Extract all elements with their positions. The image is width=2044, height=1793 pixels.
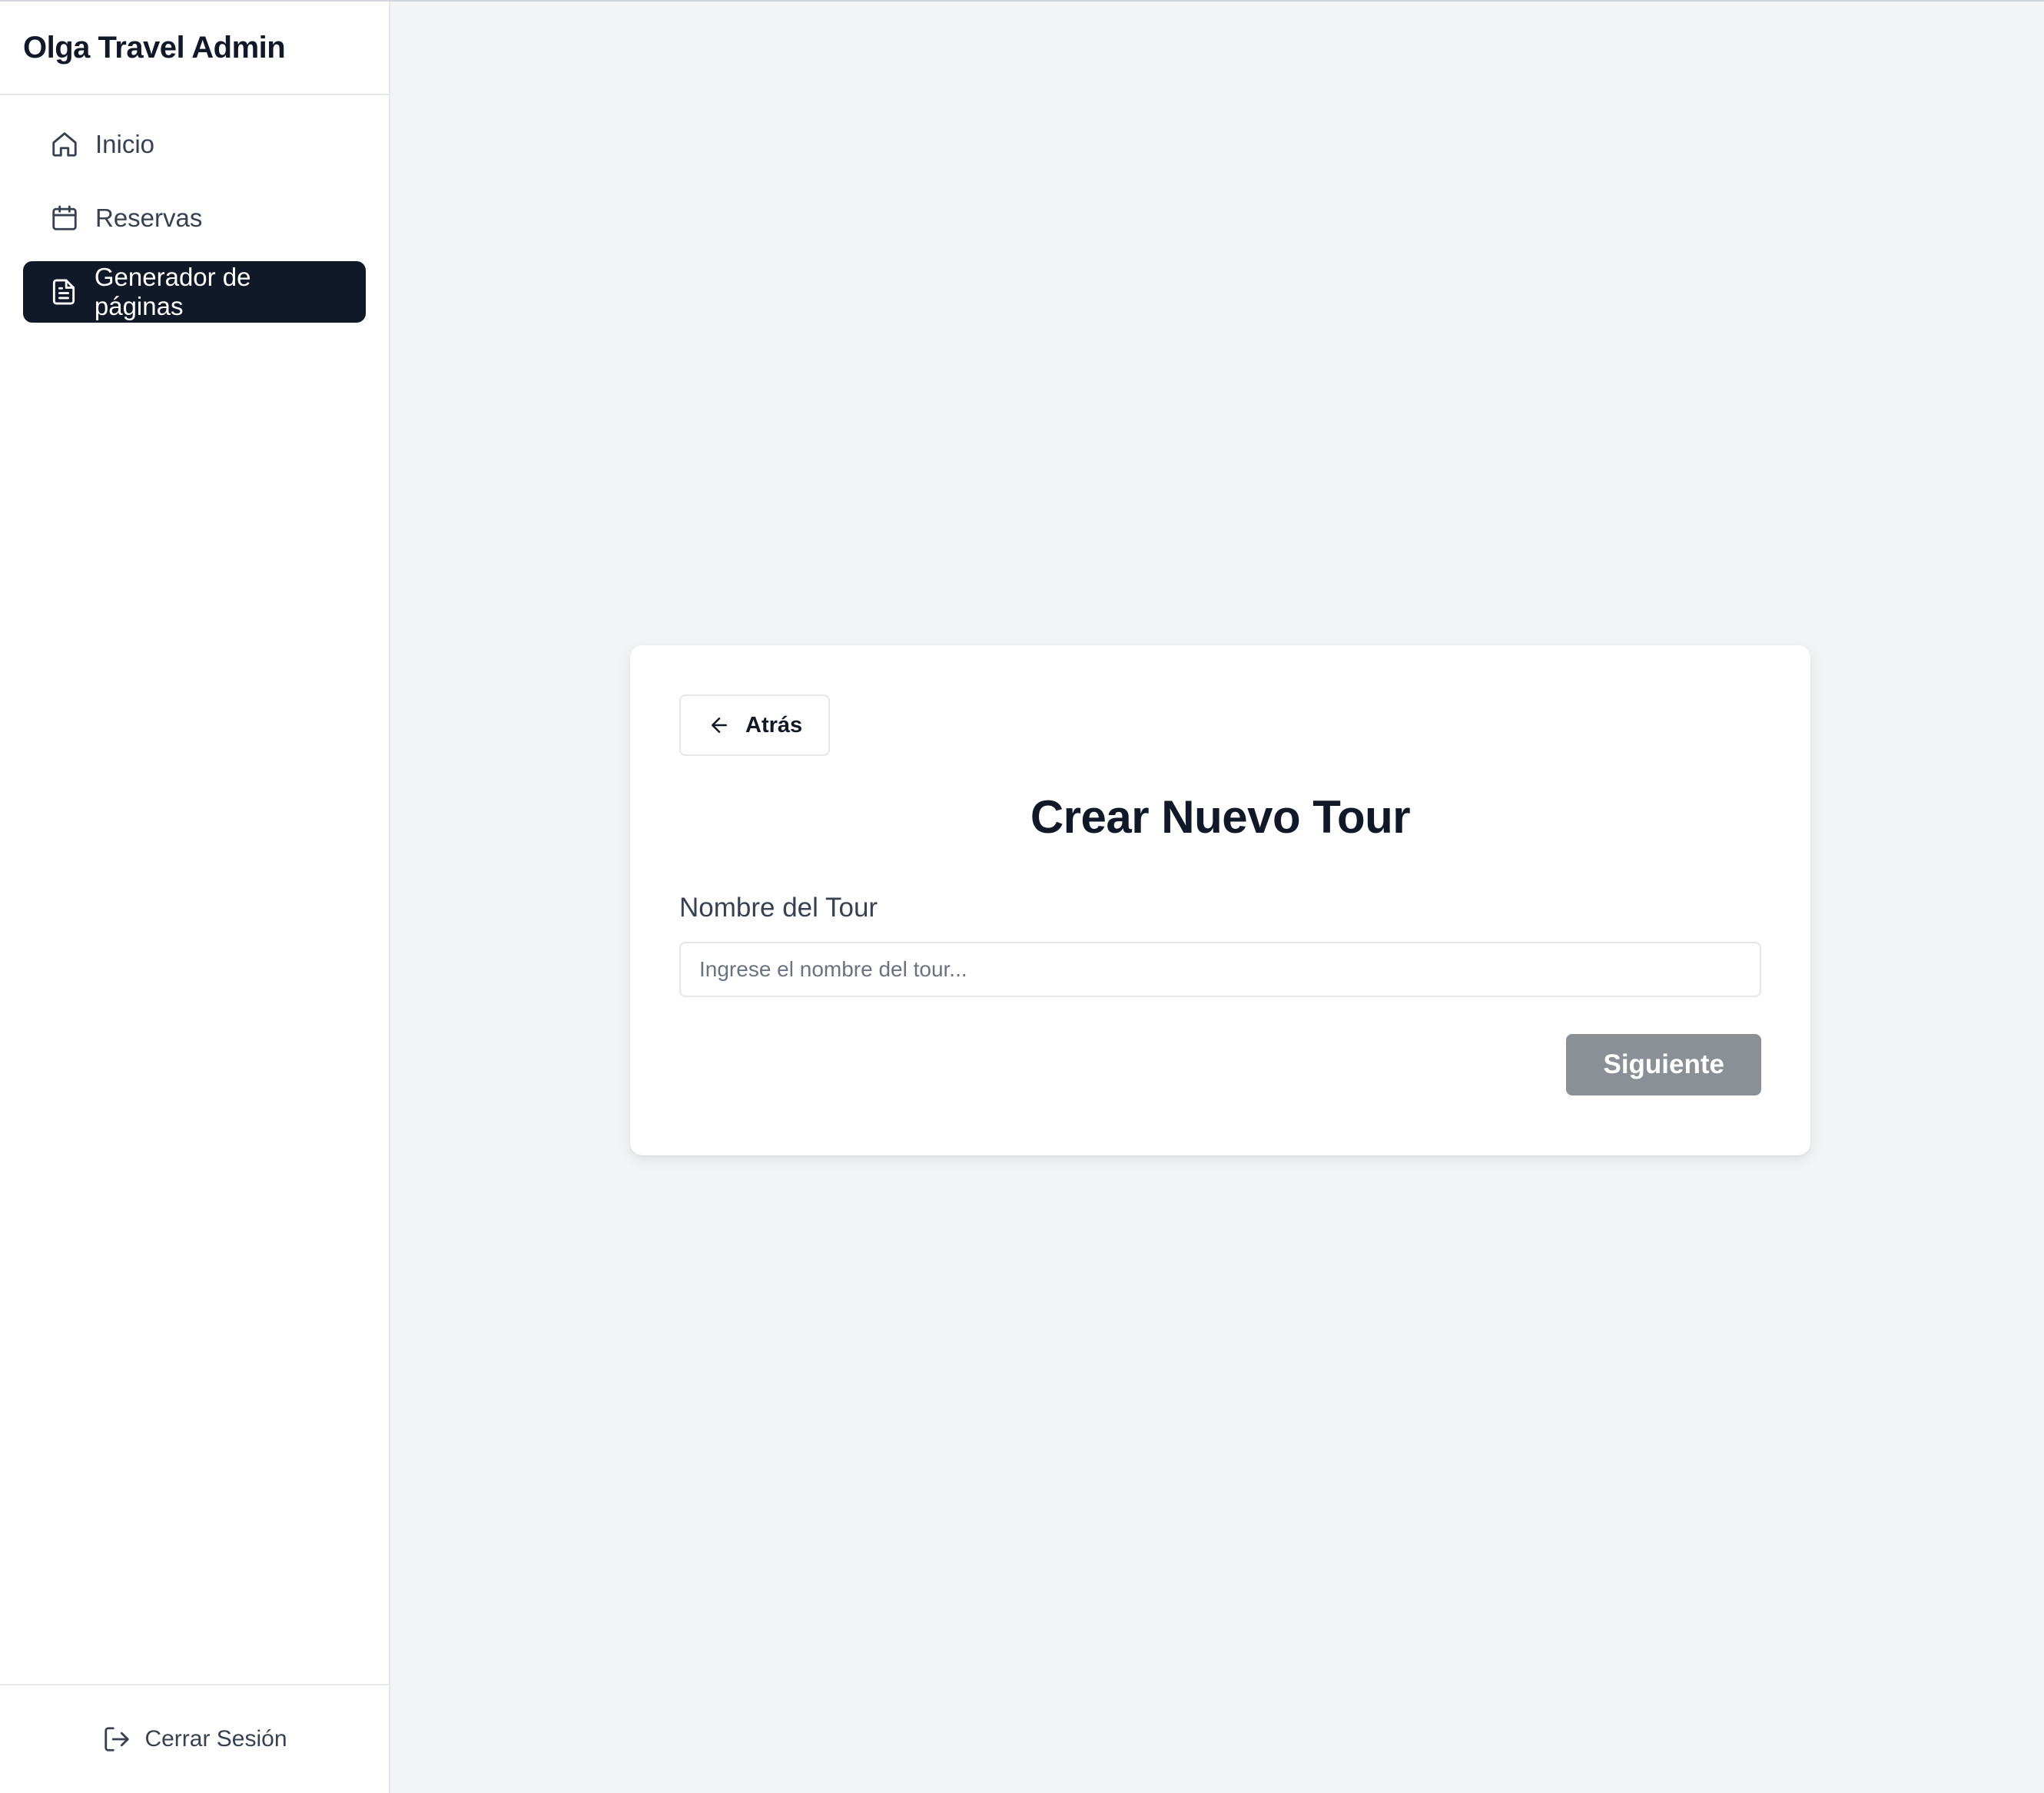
calendar-icon bbox=[49, 203, 80, 234]
back-button-label: Atrás bbox=[745, 712, 803, 737]
back-button[interactable]: Atrás bbox=[679, 694, 831, 756]
tour-name-input[interactable] bbox=[679, 942, 1761, 997]
create-tour-card: Atrás Crear Nuevo Tour Nombre del Tour S… bbox=[630, 645, 1810, 1155]
arrow-left-icon bbox=[707, 713, 732, 737]
next-button[interactable]: Siguiente bbox=[1566, 1034, 1761, 1095]
logout-label: Cerrar Sesión bbox=[144, 1726, 287, 1752]
sidebar-item-reservas[interactable]: Reservas bbox=[23, 187, 366, 249]
app-root: Olga Travel Admin Inicio Reservas Genera… bbox=[0, 0, 2044, 1793]
sidebar-item-label: Generador de páginas bbox=[94, 263, 251, 320]
sidebar-item-label: Inicio bbox=[95, 130, 155, 158]
sidebar: Olga Travel Admin Inicio Reservas Genera… bbox=[0, 2, 390, 1793]
sidebar-footer: Cerrar Sesión bbox=[0, 1684, 389, 1793]
sidebar-item-label: Reservas bbox=[95, 204, 203, 232]
form-actions: Siguiente bbox=[679, 1034, 1761, 1095]
logout-icon bbox=[101, 1724, 132, 1755]
sidebar-header: Olga Travel Admin bbox=[0, 2, 389, 95]
tour-name-label: Nombre del Tour bbox=[679, 893, 878, 923]
home-icon bbox=[49, 129, 80, 160]
page-title: Crear Nuevo Tour bbox=[1030, 791, 1411, 843]
app-title: Olga Travel Admin bbox=[23, 30, 286, 65]
document-icon bbox=[49, 277, 79, 307]
logout-button[interactable]: Cerrar Sesión bbox=[86, 1715, 302, 1764]
sidebar-nav: Inicio Reservas Generador de páginas bbox=[0, 95, 389, 323]
sidebar-item-inicio[interactable]: Inicio bbox=[23, 114, 366, 175]
sidebar-item-generador-de-paginas[interactable]: Generador de páginas bbox=[23, 261, 366, 323]
